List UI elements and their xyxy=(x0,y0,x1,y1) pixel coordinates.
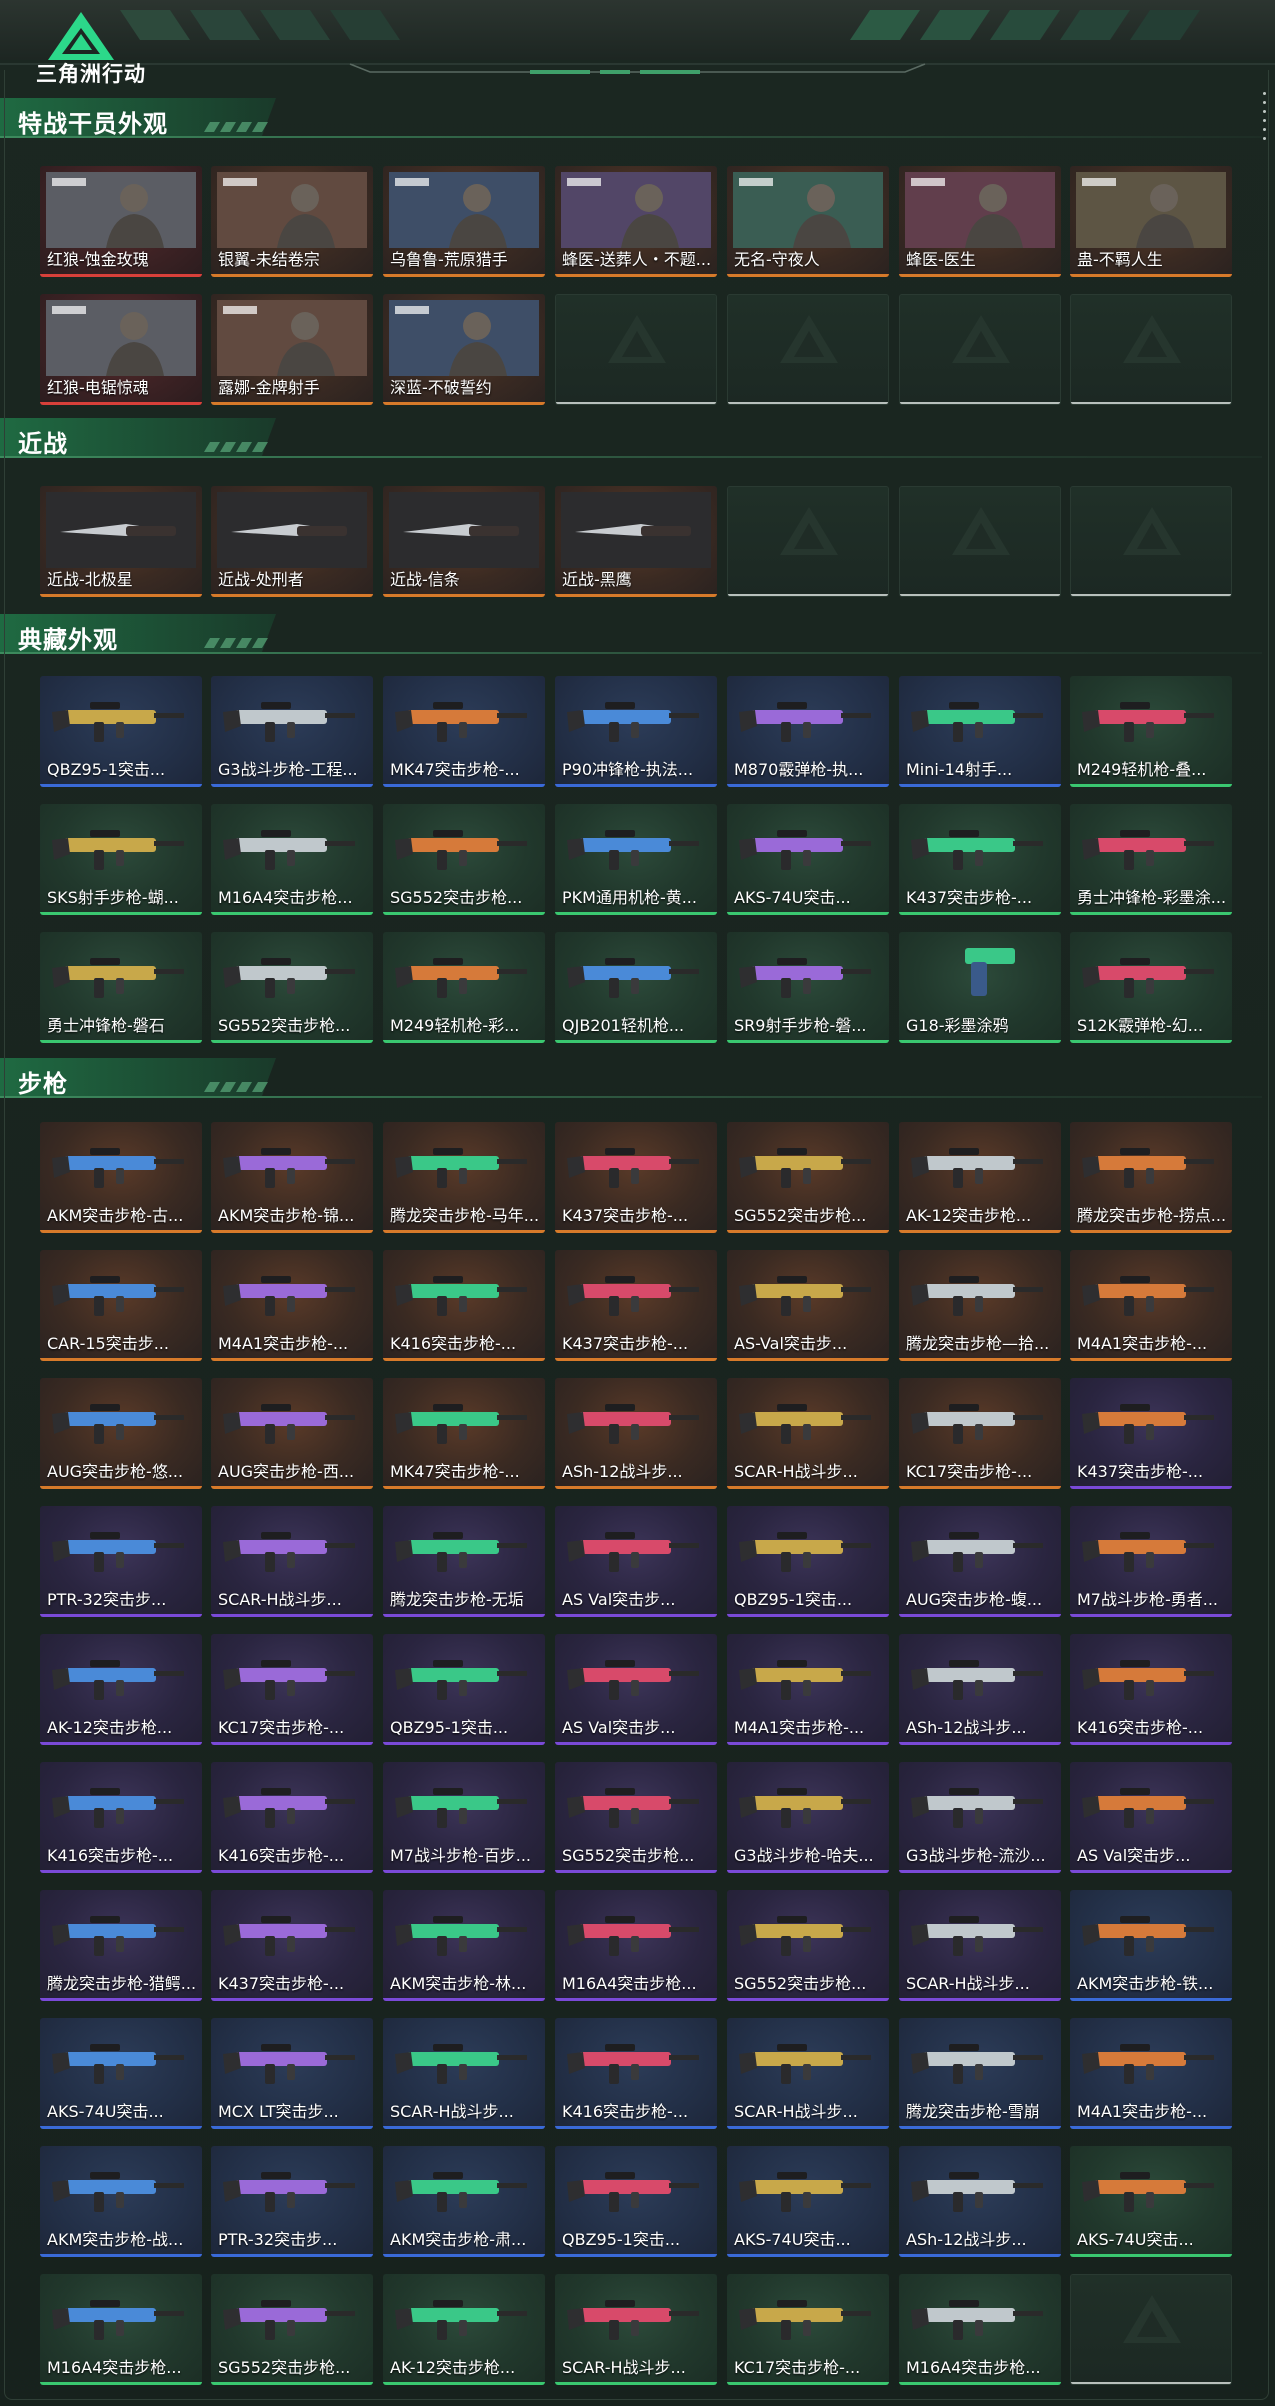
header-stripes-right xyxy=(850,10,1200,40)
header-stripes-left xyxy=(120,10,400,40)
content-border xyxy=(4,70,1269,2400)
